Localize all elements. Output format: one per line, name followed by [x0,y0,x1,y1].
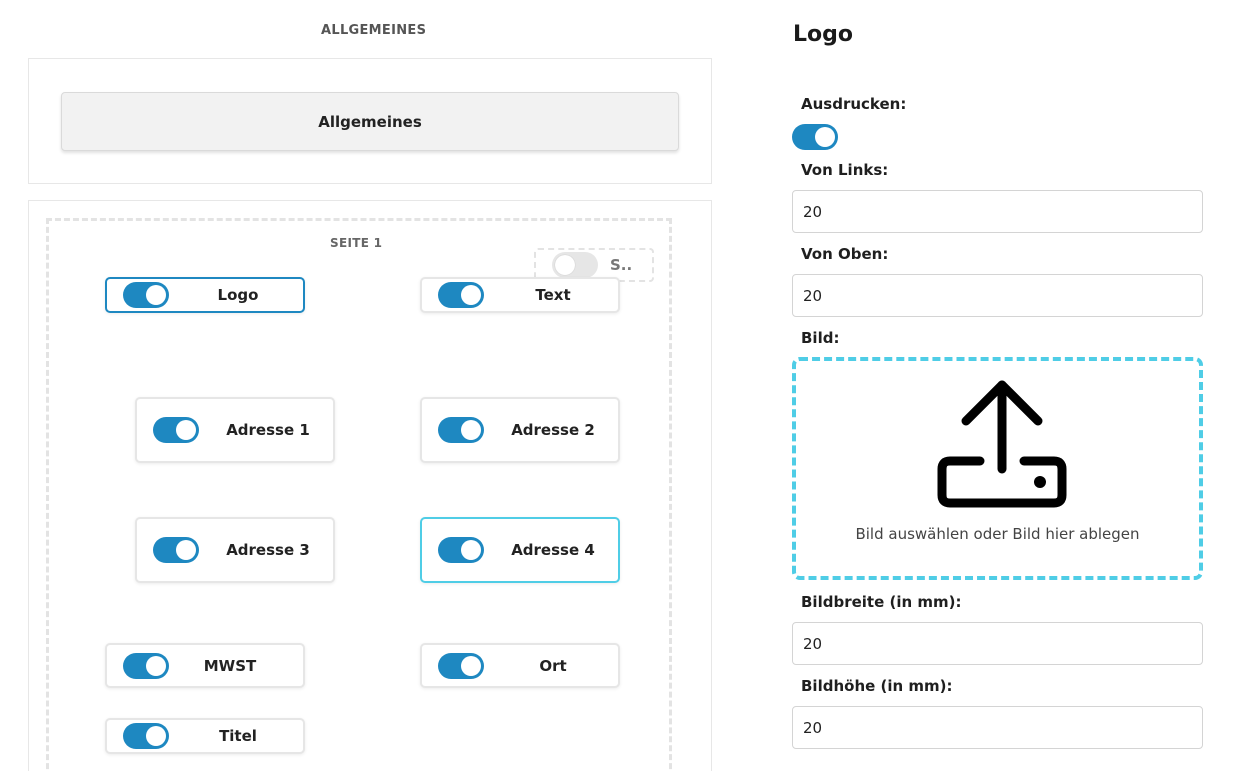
height-input[interactable] [792,706,1203,749]
field-card-adresse-4[interactable]: Adresse 4 [420,517,620,583]
field-card-text[interactable]: Text [420,277,620,313]
field-card-mwst[interactable]: MWST [105,643,305,688]
image-dropzone[interactable]: Bild auswählen oder Bild hier ablegen [792,357,1203,580]
field-card-logo[interactable]: Logo [105,277,305,313]
field-card-adresse-3[interactable]: Adresse 3 [135,517,335,583]
image-label: Bild: [801,329,840,347]
page-label: SEITE 1 [330,236,383,250]
general-button[interactable]: Allgemeines [61,92,679,151]
from-top-label: Von Oben: [801,245,889,263]
print-toggle[interactable] [792,124,838,150]
toggle-adresse-4[interactable] [438,537,484,563]
height-label: Bildhöhe (in mm): [801,677,953,695]
field-card-titel[interactable]: Titel [105,718,305,754]
dropzone-text: Bild auswählen oder Bild hier ablegen [855,525,1140,543]
field-label: Adresse 3 [226,541,310,559]
slot-label: S.. [610,256,633,274]
field-label: Adresse 4 [511,541,595,559]
toggle-adresse-1[interactable] [153,417,199,443]
width-label: Bildbreite (in mm): [801,593,962,611]
section-title: ALLGEMEINES [321,23,427,38]
field-label: Text [535,286,571,304]
toggle-text[interactable] [438,282,484,308]
field-card-ort[interactable]: Ort [420,643,620,688]
toggle-titel[interactable] [123,723,169,749]
from-left-input[interactable] [792,190,1203,233]
toggle-adresse-2[interactable] [438,417,484,443]
field-label: Titel [219,727,257,745]
toggle-mwst[interactable] [123,653,169,679]
toggle-adresse-3[interactable] [153,537,199,563]
field-card-adresse-2[interactable]: Adresse 2 [420,397,620,463]
panel-title: Logo [793,22,853,47]
field-label: Adresse 2 [511,421,595,439]
field-label: MWST [203,656,257,675]
field-label: Ort [539,656,567,675]
print-label: Ausdrucken: [801,95,907,113]
toggle-logo[interactable] [123,282,169,308]
from-top-input[interactable] [792,274,1203,317]
field-label: Adresse 1 [226,421,310,439]
slot-toggle[interactable] [552,252,598,278]
toggle-ort[interactable] [438,653,484,679]
from-left-label: Von Links: [801,161,889,179]
field-card-adresse-1[interactable]: Adresse 1 [135,397,335,463]
field-label: Logo [217,286,259,304]
upload-icon [937,380,1067,508]
width-input[interactable] [792,622,1203,665]
